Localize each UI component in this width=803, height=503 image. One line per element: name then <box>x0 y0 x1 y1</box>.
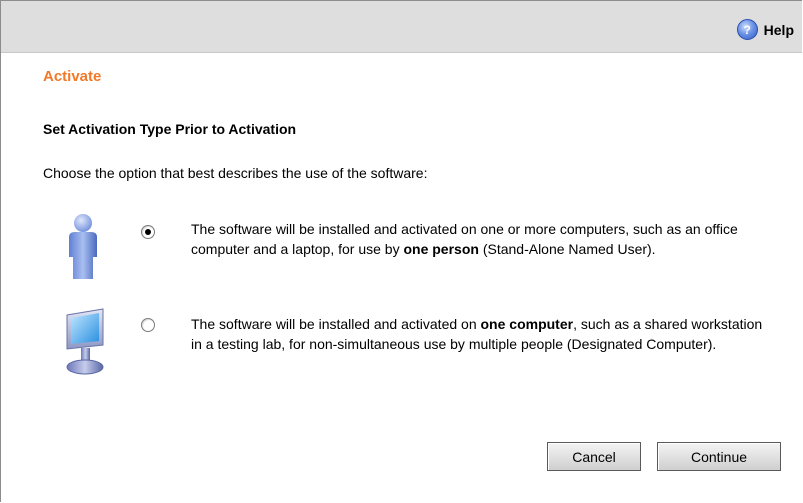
cancel-button[interactable]: Cancel <box>547 442 641 471</box>
help-link[interactable]: ? Help <box>736 19 794 40</box>
option-emphasis: one computer <box>480 316 574 332</box>
option-designated-computer-radio[interactable] <box>141 318 155 332</box>
top-toolbar: ? Help <box>1 1 802 53</box>
option-text-part: (Stand-Alone Named User). <box>478 241 656 257</box>
help-icon[interactable]: ? <box>736 19 758 40</box>
instruction-text: Choose the option that best describes th… <box>43 165 428 181</box>
computer-icon <box>66 308 104 375</box>
page-title: Activate <box>43 68 102 85</box>
option-named-user-text: The software will be installed and activ… <box>191 219 771 259</box>
activation-dialog: ? Help Activate Set Activation Type Prio… <box>0 0 802 502</box>
section-heading: Set Activation Type Prior to Activation <box>43 121 297 137</box>
option-emphasis: one person <box>403 241 479 257</box>
option-named-user-radio[interactable] <box>141 225 155 239</box>
person-icon <box>69 214 97 279</box>
option-designated-computer-text: The software will be installed and activ… <box>191 314 771 354</box>
help-label[interactable]: Help <box>764 22 794 38</box>
continue-button[interactable]: Continue <box>657 442 781 471</box>
option-text-part: The software will be installed and activ… <box>191 316 481 332</box>
